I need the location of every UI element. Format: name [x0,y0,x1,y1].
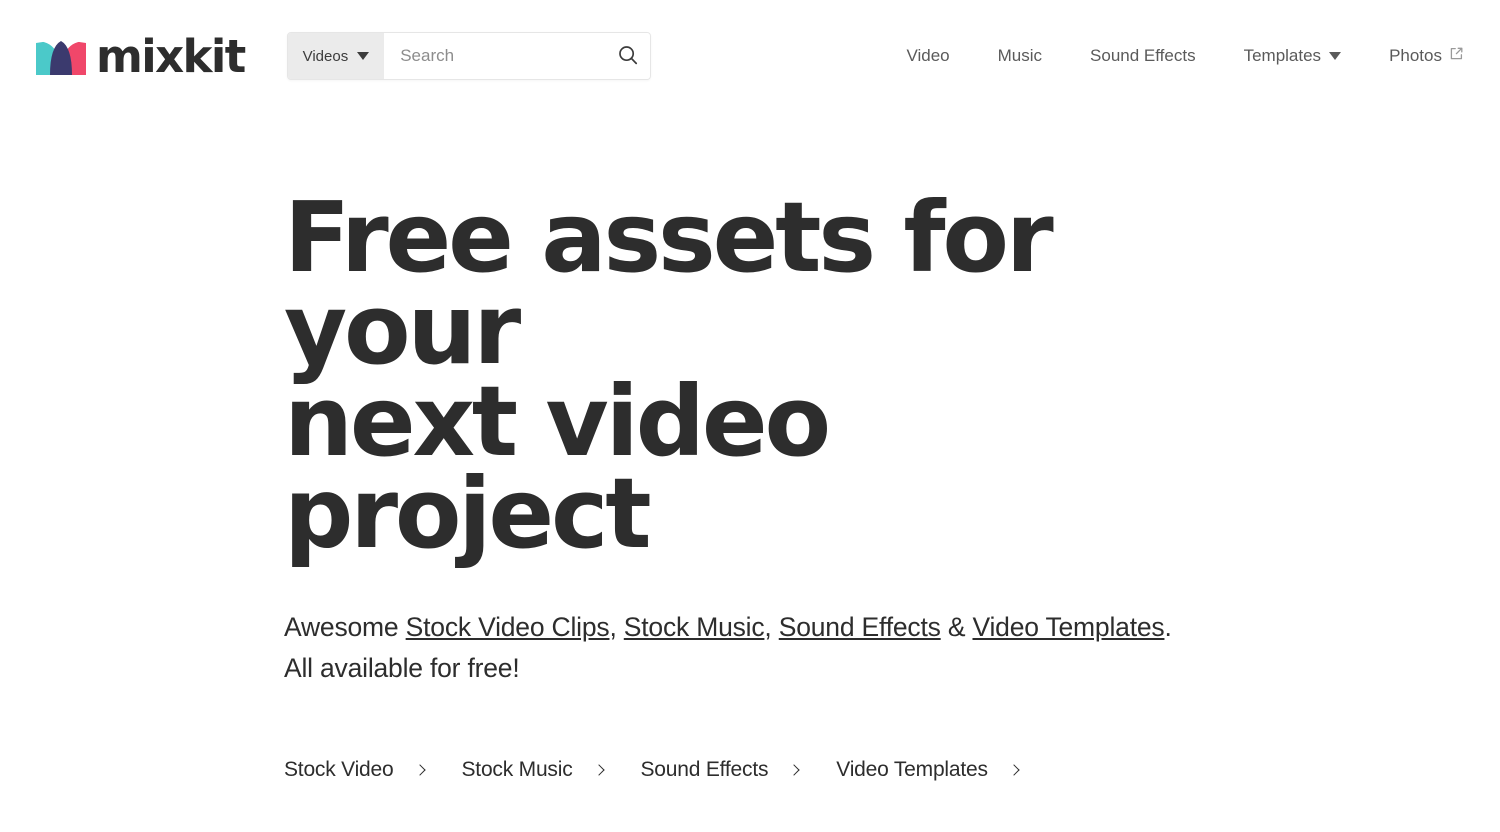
category-link-label: Sound Effects [640,758,769,782]
mixkit-logo-icon [36,37,86,75]
search-input[interactable] [400,46,594,66]
main-navigation: Video Music Sound Effects Templates Phot… [882,46,1464,66]
nav-item-label: Templates [1243,46,1322,65]
external-link-icon [1449,46,1464,66]
chevron-right-icon [788,764,800,776]
search-submit-button[interactable] [605,33,650,79]
search-field-wrapper [384,33,606,79]
category-link-video-templates[interactable]: Video Templates [836,758,1020,782]
hero-link-sound-effects[interactable]: Sound Effects [779,612,941,642]
search-category-label: Videos [302,47,349,65]
category-link-label: Video Templates [836,758,988,782]
logo-link[interactable]: mixkit [36,29,246,83]
category-link-stock-video[interactable]: Stock Video [284,758,426,782]
hero-subtitle-line-2: All available for free! [284,653,520,684]
category-link-sound-effects[interactable]: Sound Effects [640,758,800,782]
hero-subtitle-sep-2: , [764,611,779,642]
nav-item-templates[interactable]: Templates [1220,46,1365,66]
nav-item-photos[interactable]: Photos [1365,46,1464,66]
category-link-label: Stock Video [284,758,394,782]
search-bar: Videos [286,32,651,80]
hero-subtitle-sep-1: , [609,611,624,642]
chevron-down-icon [357,52,370,60]
hero-link-stock-video-clips[interactable]: Stock Video Clips [406,612,610,642]
nav-item-label: Video [906,46,950,65]
category-link-stock-music[interactable]: Stock Music [461,758,605,782]
chevron-down-icon [1329,52,1342,60]
search-category-dropdown[interactable]: Videos [287,33,385,79]
category-link-label: Stock Music [461,758,573,782]
site-header: mixkit Videos Video Music Sound Effects [0,0,1500,112]
hero-subtitle: Awesome Stock Video Clips, Stock Music, … [284,607,1284,691]
hero-subtitle-prefix: Awesome [284,611,406,642]
page-title: Free assets for your next video project [284,189,1164,562]
nav-item-video[interactable]: Video [882,46,973,66]
nav-item-label: Sound Effects [1090,46,1196,65]
hero-category-links: Stock Video Stock Music Sound Effects Vi… [284,758,1500,782]
hero-link-stock-music[interactable]: Stock Music [624,612,765,642]
nav-item-sound-effects[interactable]: Sound Effects [1066,46,1220,66]
hero-title-line-1: Free assets for your [284,181,1054,387]
hero-subtitle-end: . [1164,611,1172,642]
hero-section: Free assets for your next video project … [0,112,1500,782]
hero-link-video-templates[interactable]: Video Templates [972,612,1164,642]
chevron-right-icon [592,764,605,776]
logo-wordmark: mixkit [96,29,246,83]
chevron-right-icon [1008,764,1020,776]
chevron-right-icon [413,764,426,776]
nav-item-label: Music [997,46,1043,65]
nav-item-label: Photos [1389,46,1442,65]
hero-subtitle-sep-3: & [940,611,973,642]
hero-title-line-2: next video project [284,365,831,571]
search-icon [617,44,639,69]
nav-item-music[interactable]: Music [974,46,1066,66]
